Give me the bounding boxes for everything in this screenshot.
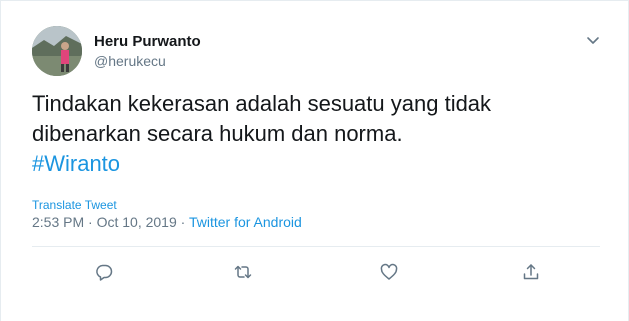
translate-tweet-link[interactable]: Translate Tweet — [32, 198, 117, 212]
reply-icon[interactable] — [94, 262, 114, 282]
meta-separator: · — [88, 214, 93, 230]
retweet-icon[interactable] — [233, 262, 253, 282]
author-name[interactable]: Heru Purwanto — [94, 33, 201, 50]
share-icon[interactable] — [521, 262, 541, 282]
avatar[interactable] — [32, 26, 82, 76]
tweet-meta: 2:53 PM · Oct 10, 2019 · Twitter for And… — [32, 214, 302, 230]
tweet-date[interactable]: Oct 10, 2019 — [97, 214, 177, 230]
tweet-text: Tindakan kekerasan adalah sesuatu yang t… — [32, 89, 592, 179]
meta-separator: · — [180, 214, 186, 230]
tweet-time[interactable]: 2:53 PM — [32, 214, 84, 230]
heart-icon[interactable] — [379, 262, 399, 282]
tweet-source-link[interactable]: Twitter for Android — [189, 214, 302, 230]
author-handle[interactable]: @herukecu — [94, 53, 166, 69]
chevron-down-icon[interactable] — [584, 31, 602, 49]
tweet-card: Heru Purwanto @herukecu Tindakan kekeras… — [0, 0, 629, 321]
hashtag-link[interactable]: #Wiranto — [32, 149, 592, 179]
divider — [32, 246, 600, 247]
tweet-text-line: Tindakan kekerasan adalah sesuatu yang t… — [32, 91, 492, 116]
tweet-text-line: dibenarkan secara hukum dan norma. — [32, 121, 403, 146]
